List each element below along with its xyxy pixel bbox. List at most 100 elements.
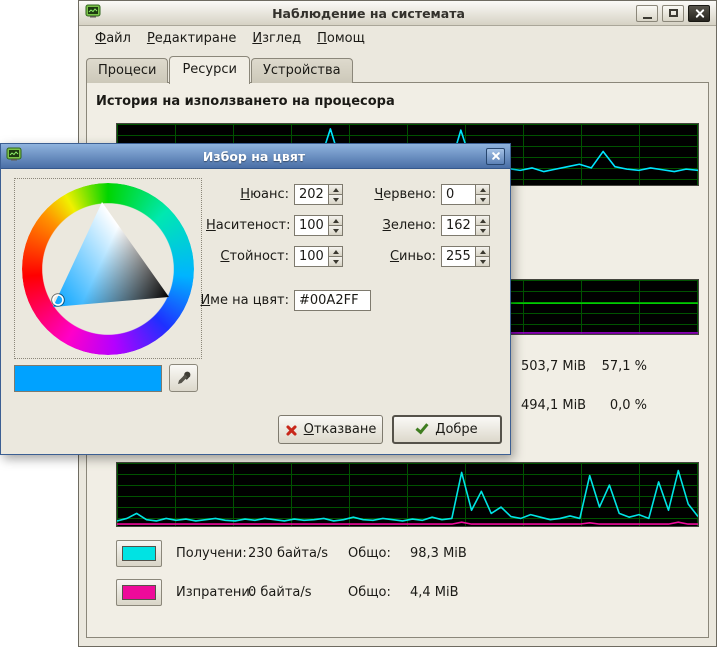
sent-total-label: Общо: bbox=[348, 585, 410, 600]
blue-spin-down[interactable] bbox=[475, 257, 490, 267]
received-legend-row: Получени: 230 байта/s Общо: 98,3 MiB bbox=[116, 539, 467, 567]
dialog-title: Избор на цвят bbox=[27, 149, 481, 164]
saturation-spin-up[interactable] bbox=[328, 215, 343, 226]
minimize-button[interactable] bbox=[636, 5, 658, 22]
dialog-close-button[interactable] bbox=[486, 148, 505, 165]
red-value[interactable]: 0 bbox=[441, 184, 475, 205]
cancel-x-icon bbox=[285, 424, 297, 436]
color-name-input[interactable]: #00A2FF bbox=[294, 290, 371, 311]
eyedropper-icon bbox=[175, 370, 192, 387]
menubar: Файл Редактиране Изглед Помощ bbox=[79, 27, 716, 49]
saturation-label: Наситеност: bbox=[206, 215, 289, 236]
color-picker-dialog: Избор на цвят bbox=[0, 143, 511, 455]
value-label: Стойност: bbox=[206, 246, 289, 267]
value-spinner[interactable]: 100 bbox=[294, 246, 343, 267]
maximize-button[interactable] bbox=[662, 5, 684, 22]
main-window-title: Наблюдение на системата bbox=[107, 6, 630, 21]
menu-file[interactable]: Файл bbox=[87, 29, 139, 48]
sent-legend-row: Изпратени: 0 байта/s Общо: 4,4 MiB bbox=[116, 578, 459, 606]
saturation-spin-down[interactable] bbox=[328, 226, 343, 236]
ok-check-icon bbox=[416, 421, 429, 435]
minimize-icon bbox=[643, 17, 652, 19]
saturation-spinner[interactable]: 100 bbox=[294, 215, 343, 236]
color-wheel-frame bbox=[14, 178, 202, 359]
received-total-label: Общо: bbox=[348, 546, 410, 561]
memory-total-value: 503,7 MiB bbox=[521, 359, 586, 374]
hue-spin-up[interactable] bbox=[328, 184, 343, 195]
close-icon bbox=[695, 9, 704, 18]
spin-down-icon bbox=[333, 229, 339, 233]
close-button[interactable] bbox=[688, 5, 710, 22]
spin-down-icon bbox=[333, 198, 339, 202]
green-label: Зелено: bbox=[359, 215, 436, 236]
network-history-chart bbox=[116, 462, 699, 527]
dialog-titlebar[interactable]: Избор на цвят bbox=[1, 144, 510, 169]
red-spinner[interactable]: 0 bbox=[441, 184, 490, 205]
sent-rate-value: 0 байта/s bbox=[248, 585, 348, 600]
green-spin-down[interactable] bbox=[475, 226, 490, 236]
spin-up-icon bbox=[480, 250, 486, 254]
value-spin-down[interactable] bbox=[328, 257, 343, 267]
swap-total-value: 494,1 MiB bbox=[521, 398, 586, 413]
dialog-app-icon bbox=[6, 146, 22, 166]
cpu-history-heading: История на използването на процесора bbox=[96, 94, 395, 109]
blue-value[interactable]: 255 bbox=[441, 246, 475, 267]
sent-color-button[interactable] bbox=[116, 579, 162, 606]
main-titlebar[interactable]: Наблюдение на системата bbox=[79, 1, 716, 26]
green-spin-up[interactable] bbox=[475, 215, 490, 226]
maximize-icon bbox=[669, 9, 678, 17]
spin-up-icon bbox=[333, 219, 339, 223]
spin-down-icon bbox=[480, 198, 486, 202]
menu-edit[interactable]: Редактиране bbox=[139, 29, 244, 48]
green-value[interactable]: 162 bbox=[441, 215, 475, 236]
network-history-plot bbox=[117, 463, 698, 526]
eyedropper-button[interactable] bbox=[169, 364, 198, 392]
sent-color-swatch bbox=[122, 585, 156, 600]
menu-view[interactable]: Изглед bbox=[244, 29, 309, 48]
swap-percent-value: 0,0 % bbox=[587, 398, 647, 413]
saturation-value[interactable]: 100 bbox=[294, 215, 328, 236]
sent-label: Изпратени: bbox=[176, 585, 248, 600]
red-label: Червено: bbox=[359, 184, 436, 205]
memory-percent-value: 57,1 % bbox=[587, 359, 647, 374]
spin-up-icon bbox=[333, 188, 339, 192]
received-total-value: 98,3 MiB bbox=[410, 546, 467, 561]
received-color-swatch bbox=[122, 546, 156, 561]
blue-spin-up[interactable] bbox=[475, 246, 490, 257]
received-label: Получени: bbox=[176, 546, 248, 561]
received-color-button[interactable] bbox=[116, 540, 162, 567]
spin-up-icon bbox=[480, 219, 486, 223]
saturation-value-triangle[interactable] bbox=[22, 183, 194, 355]
hue-value[interactable]: 202 bbox=[294, 184, 328, 205]
hue-spin-down[interactable] bbox=[328, 195, 343, 205]
tab-devices[interactable]: Устройства bbox=[251, 58, 353, 83]
color-wheel bbox=[22, 183, 194, 355]
received-rate-value: 230 байта/s bbox=[248, 546, 348, 561]
tab-resources[interactable]: Ресурси bbox=[169, 56, 250, 84]
tab-strip: Процеси Ресурси Устройства bbox=[86, 55, 354, 83]
blue-label: Синьо: bbox=[359, 246, 436, 267]
color-preview bbox=[14, 365, 162, 392]
red-spin-up[interactable] bbox=[475, 184, 490, 195]
spin-up-icon bbox=[480, 188, 486, 192]
green-spinner[interactable]: 162 bbox=[441, 215, 490, 236]
tab-processes[interactable]: Процеси bbox=[86, 58, 168, 83]
window-controls bbox=[636, 5, 710, 22]
dialog-close-icon bbox=[492, 152, 500, 160]
ok-button[interactable]: Добре bbox=[392, 415, 502, 444]
spin-down-icon bbox=[480, 260, 486, 264]
red-spin-down[interactable] bbox=[475, 195, 490, 205]
spin-down-icon bbox=[333, 260, 339, 264]
cancel-button[interactable]: Отказване bbox=[278, 415, 383, 444]
spin-up-icon bbox=[333, 250, 339, 254]
hue-spinner[interactable]: 202 bbox=[294, 184, 343, 205]
color-name-label: Име на цвят: bbox=[184, 290, 289, 311]
sent-total-value: 4,4 MiB bbox=[410, 585, 459, 600]
cancel-button-label: Отказване bbox=[304, 422, 377, 437]
blue-spinner[interactable]: 255 bbox=[441, 246, 490, 267]
menu-help[interactable]: Помощ bbox=[309, 29, 373, 48]
hue-label: Нюанс: bbox=[206, 184, 289, 205]
value-value[interactable]: 100 bbox=[294, 246, 328, 267]
system-monitor-app-icon bbox=[85, 3, 101, 23]
value-spin-up[interactable] bbox=[328, 246, 343, 257]
